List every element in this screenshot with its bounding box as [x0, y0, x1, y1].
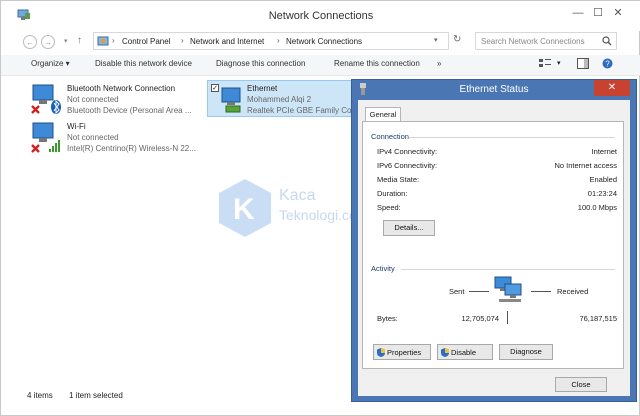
ipv4-value: Internet — [591, 147, 617, 156]
maximize-button[interactable]: ☐ — [587, 5, 609, 21]
svg-text:?: ? — [605, 60, 610, 69]
help-icon[interactable]: ? — [602, 58, 613, 69]
connection-name: Bluetooth Network Connection — [67, 84, 176, 93]
watermark-logo-icon: K — [219, 179, 271, 237]
organize-menu[interactable]: Organize ▾ — [31, 59, 70, 68]
received-label: Received — [557, 287, 589, 296]
general-panel: Connection IPv4 Connectivity: Internet I… — [362, 121, 624, 369]
control-panel-icon — [97, 36, 109, 46]
tab-general[interactable]: General — [365, 107, 401, 122]
rename-connection-button[interactable]: Rename this connection — [334, 59, 420, 68]
ethernet-icon — [221, 87, 241, 113]
watermark: K Kaca Teknologi.com — [217, 177, 369, 243]
divider — [409, 137, 615, 138]
close-dialog-button[interactable]: Close — [555, 377, 607, 392]
connection-name: Wi-Fi — [67, 122, 86, 131]
connection-item-wifi[interactable]: Wi-Fi Not connected Intel(R) Centrino(R)… — [29, 119, 205, 157]
diagnose-button[interactable]: Diagnose — [499, 344, 553, 360]
dialog-body: General Connection IPv4 Connectivity: In… — [358, 100, 630, 396]
connection-item-bluetooth[interactable]: Bluetooth Network Connection Not connect… — [29, 81, 205, 117]
change-view-icon[interactable] — [538, 58, 552, 70]
speed-label: Speed: — [377, 203, 401, 212]
uac-shield-icon — [441, 348, 449, 357]
breadcrumb-control-panel[interactable]: Control Panel — [122, 37, 170, 46]
diagnose-connection-button[interactable]: Diagnose this connection — [216, 59, 305, 68]
address-bar[interactable]: › Control Panel › Network and Internet ›… — [93, 32, 449, 50]
search-input[interactable]: Search Network Connections — [475, 32, 617, 50]
wifi-network-icon — [31, 122, 60, 153]
address-dropdown-icon[interactable]: ▾ — [434, 36, 438, 44]
search-icon[interactable] — [602, 36, 612, 46]
ipv6-value: No Internet access — [554, 161, 617, 170]
window-title: Network Connections — [268, 10, 374, 22]
network-activity-icon — [494, 276, 522, 302]
bytes-label: Bytes: — [377, 314, 398, 323]
up-button[interactable]: ↑ — [77, 35, 82, 46]
connection-item-ethernet[interactable]: ✓ Ethernet Mohammed Alqi 2 Realtek PCIe … — [207, 80, 353, 117]
bluetooth-network-icon — [31, 84, 61, 115]
properties-button[interactable]: Properties — [373, 344, 431, 360]
preview-pane-icon[interactable] — [577, 58, 589, 69]
title-bar: Network Connections — ☐ ✕ — [1, 1, 640, 31]
speed-value: 100.0 Mbps — [577, 203, 617, 212]
disable-button[interactable]: Disable — [437, 344, 493, 360]
bytes-divider — [507, 311, 508, 324]
minimize-button[interactable]: — — [567, 5, 589, 21]
connection-device: Bluetooth Device (Personal Area ... — [67, 106, 192, 115]
connection-status: Not connected — [67, 133, 119, 142]
duration-value: 01:23:24 — [587, 189, 617, 198]
forward-button[interactable]: → — [41, 35, 55, 49]
ethernet-status-dialog: Ethernet Status ✕ General Connection IPv… — [351, 79, 637, 402]
disable-label: Disable — [451, 348, 477, 357]
more-commands-button[interactable]: » — [437, 59, 441, 68]
connection-name: Ethernet — [247, 84, 278, 93]
bytes-sent-value: 12,705,074 — [461, 314, 499, 323]
connection-status: Not connected — [67, 95, 119, 104]
back-button[interactable]: ← — [23, 35, 37, 49]
view-options-chevron-icon[interactable]: ▾ — [557, 59, 561, 67]
ipv6-label: IPv6 Connectivity: — [377, 161, 438, 170]
bytes-received-value: 76,187,515 — [579, 314, 617, 323]
sent-label: Sent — [449, 287, 465, 296]
svg-text:K: K — [233, 193, 255, 226]
selected-count: 1 item selected — [69, 391, 123, 400]
breadcrumb-network-and-internet[interactable]: Network and Internet — [190, 37, 264, 46]
divider — [401, 269, 615, 270]
received-line — [531, 291, 551, 292]
connection-device: Intel(R) Centrino(R) Wireless-N 22... — [67, 144, 196, 153]
properties-label: Properties — [387, 348, 422, 357]
duration-label: Duration: — [377, 189, 408, 198]
search-placeholder: Search Network Connections — [481, 37, 585, 46]
activity-header: Activity — [371, 264, 395, 273]
ipv4-label: IPv4 Connectivity: — [377, 147, 438, 156]
dialog-close-button[interactable]: ✕ — [594, 80, 630, 96]
refresh-icon[interactable]: ↻ — [453, 34, 461, 45]
item-count: 4 items — [27, 391, 53, 400]
recent-pages-chevron-icon[interactable]: ▾ — [64, 37, 68, 45]
media-state-label: Media State: — [377, 175, 420, 184]
details-button[interactable]: Details... — [383, 220, 435, 236]
breadcrumb-network-connections[interactable]: Network Connections — [286, 37, 362, 46]
disable-device-button[interactable]: Disable this network device — [95, 59, 192, 68]
media-state-value: Enabled — [589, 175, 617, 184]
watermark-text-1: Kaca — [279, 187, 316, 204]
connection-status: Mohammed Alqi 2 — [247, 95, 312, 104]
sent-line — [469, 291, 489, 292]
close-button[interactable]: ✕ — [607, 5, 629, 21]
connection-device: Realtek PCIe GBE Family Co — [247, 106, 352, 115]
uac-shield-icon — [377, 348, 385, 357]
connection-header: Connection — [371, 132, 409, 141]
